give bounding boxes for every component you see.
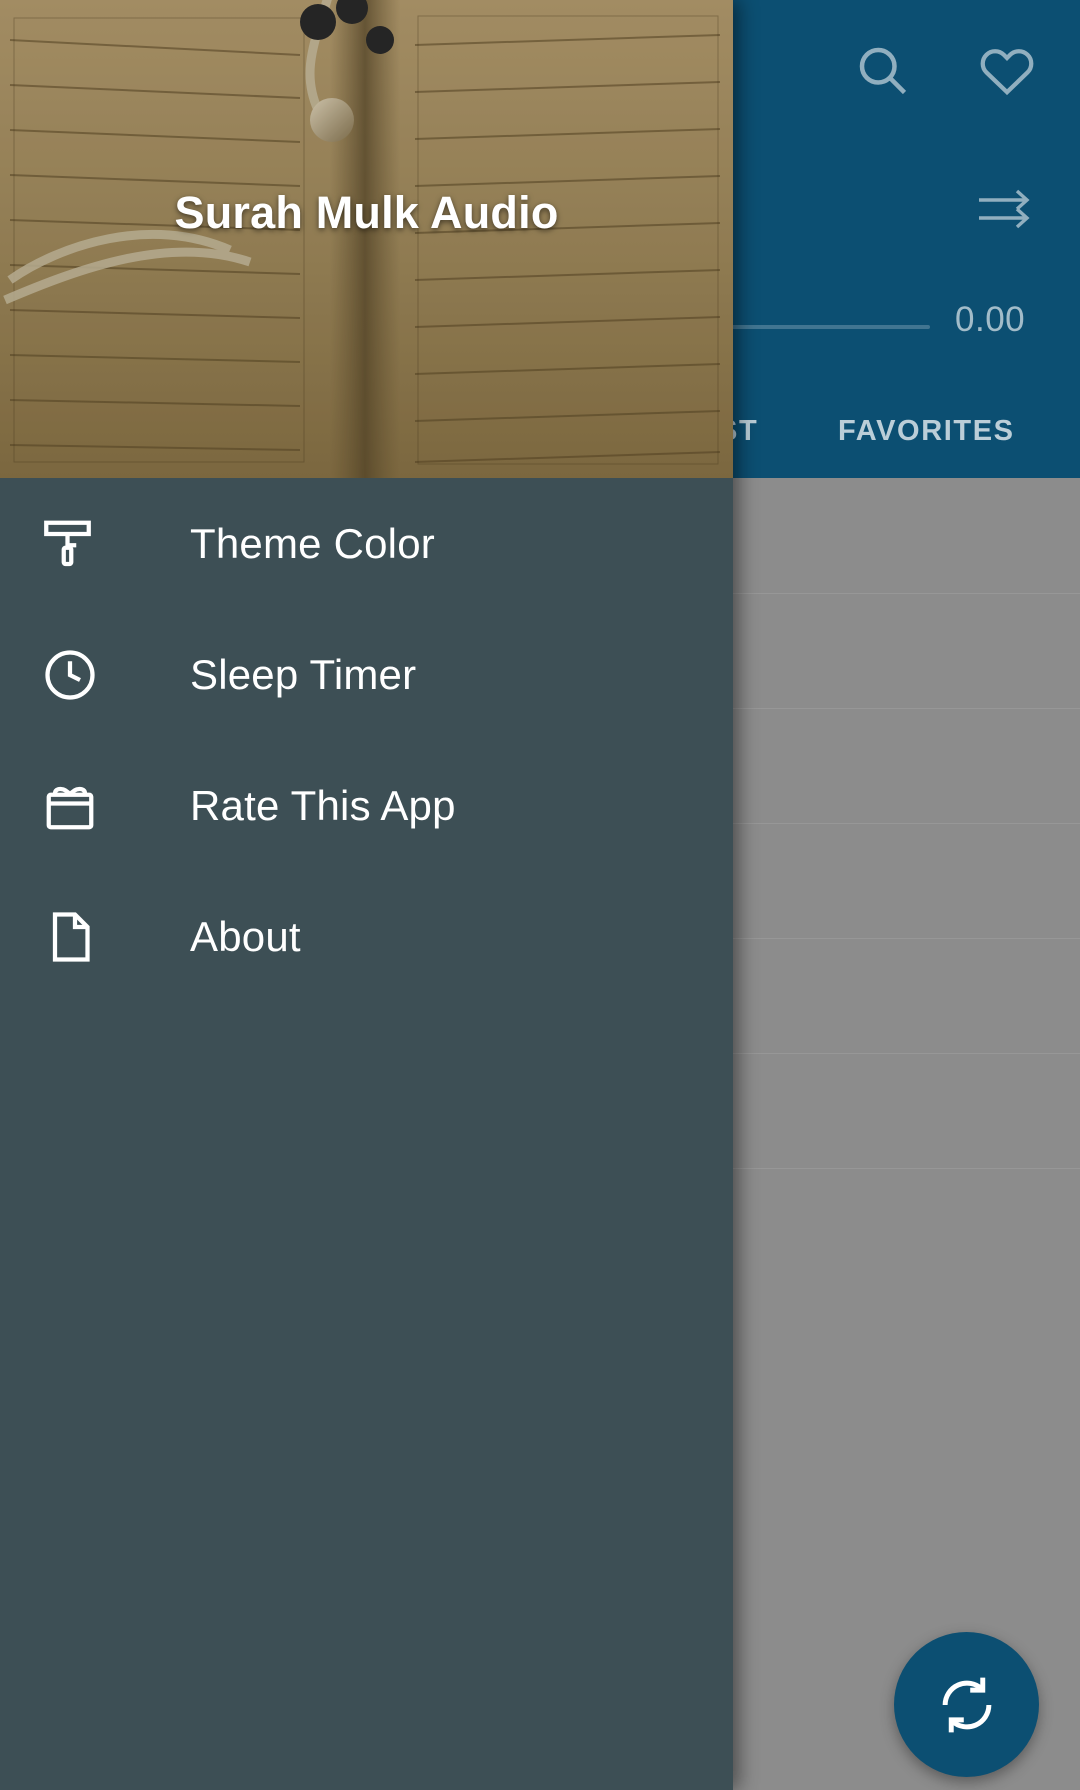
- app-screen: 0.00 ST FAVORITES Surah Mulk Audio Theme…: [0, 0, 1080, 1790]
- quran-photo: [0, 0, 733, 478]
- shuffle-icon[interactable]: [975, 186, 1039, 232]
- drawer-header: Surah Mulk Audio: [0, 0, 733, 478]
- drawer-item-about[interactable]: About: [0, 871, 733, 1002]
- document-icon: [40, 907, 100, 967]
- list-item[interactable]: [732, 938, 1080, 1054]
- list-item[interactable]: [732, 708, 1080, 824]
- drawer-item-label: Sleep Timer: [190, 650, 417, 698]
- drawer-item-rate-this-app[interactable]: Rate This App: [0, 740, 733, 871]
- list-item[interactable]: [732, 1053, 1080, 1169]
- heart-icon[interactable]: [975, 38, 1039, 102]
- gift-icon: [40, 776, 100, 836]
- clock-icon: [40, 645, 100, 705]
- tab-favorites[interactable]: FAVORITES: [838, 415, 1015, 448]
- drawer-title: Surah Mulk Audio: [174, 187, 559, 238]
- seek-bar[interactable]: [700, 325, 930, 329]
- drawer-item-label: About: [190, 912, 301, 960]
- repeat-icon: [942, 1677, 992, 1733]
- paint-roller-icon: [40, 514, 100, 574]
- playback-time: 0.00: [955, 300, 1026, 339]
- list-item[interactable]: [732, 593, 1080, 709]
- repeat-fab-button[interactable]: [894, 1632, 1039, 1777]
- drawer-menu: Theme Color Sleep Timer Rate This App Ab…: [0, 478, 733, 1002]
- navigation-drawer: Surah Mulk Audio Theme Color Sleep Timer…: [0, 0, 733, 1790]
- list-item[interactable]: [732, 823, 1080, 939]
- search-icon[interactable]: [852, 40, 912, 100]
- drawer-item-theme-color[interactable]: Theme Color: [0, 478, 733, 609]
- list-item[interactable]: [732, 478, 1080, 594]
- drawer-item-label: Theme Color: [190, 519, 435, 567]
- drawer-item-label: Rate This App: [190, 781, 456, 829]
- drawer-item-sleep-timer[interactable]: Sleep Timer: [0, 609, 733, 740]
